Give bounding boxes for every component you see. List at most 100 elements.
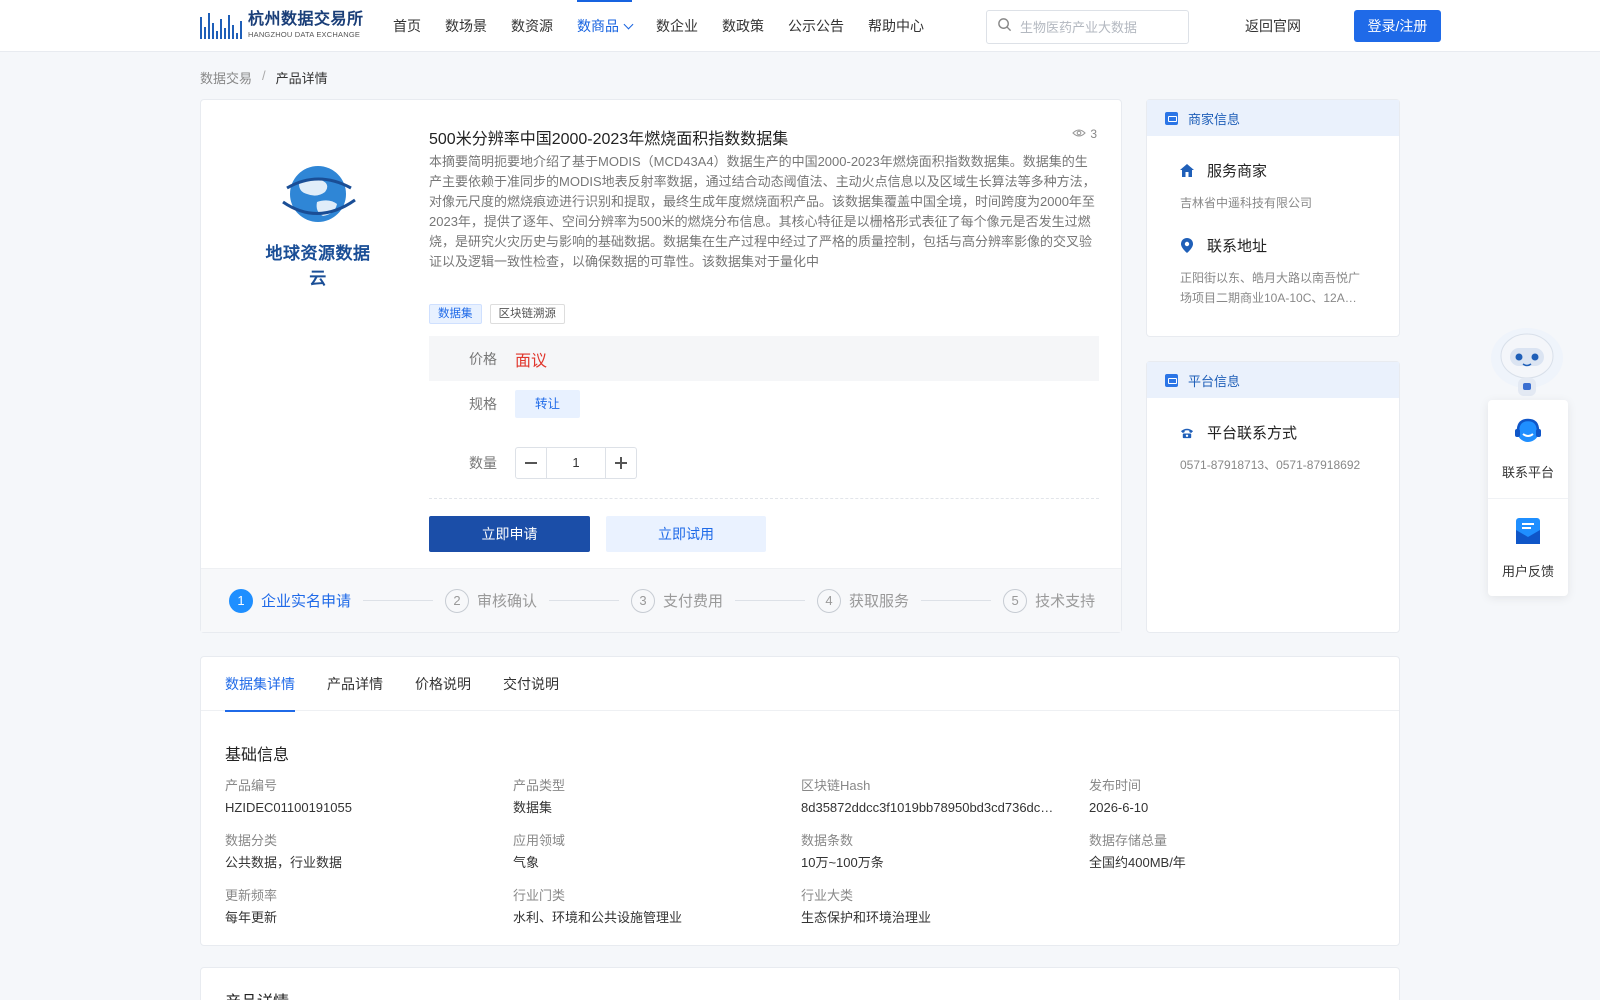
quantity-row: 数量 1 <box>429 447 637 479</box>
store-icon <box>1165 111 1178 125</box>
divider <box>429 498 1099 499</box>
breadcrumb-current: 产品详情 <box>275 71 328 86</box>
info-industry-category: 行业门类水利、环境和公共设施管理业 <box>513 887 801 927</box>
step-connector <box>363 600 434 601</box>
hangzhou-data-exchange-logo[interactable]: 杭州数据交易所 HANGZHOU DATA EXCHANGE <box>200 9 365 41</box>
logo-brand-text: 地球资源数据云 <box>265 244 371 289</box>
platform-contact-phones: 0571-87918713、0571-87918692 <box>1180 458 1361 472</box>
platform-icon <box>1165 373 1178 387</box>
customer-service-headset-icon <box>1512 417 1544 452</box>
product-tags: 数据集 区块链溯源 <box>429 304 565 324</box>
step-connector <box>921 600 992 601</box>
info-value: 水利、环境和公共设施管理业 <box>513 910 683 925</box>
info-key: 行业大类 <box>801 888 854 903</box>
nav-home[interactable]: 首页 <box>393 0 421 52</box>
product-description: 本摘要简明扼要地介绍了基于MODIS（MCD43A4）数据生产的中国2000-2… <box>429 154 1096 269</box>
breadcrumb: 数据交易 / 产品详情 <box>200 68 328 87</box>
breadcrumb-data-trade[interactable]: 数据交易 <box>200 68 252 87</box>
search-input[interactable] <box>1020 19 1180 35</box>
spec-row: 规格 转让 <box>429 389 580 419</box>
step-label: 审核确认 <box>477 593 538 610</box>
chevron-down-icon <box>623 19 634 30</box>
tag-dataset: 数据集 <box>429 304 482 324</box>
tag-blockchain-trace: 区块链溯源 <box>489 304 565 324</box>
info-blockchain-hash: 区块链Hash 8d35872ddcc3f1019bb78950bd3cd736d… <box>801 777 1089 817</box>
nav-products[interactable]: 数商品 <box>577 0 634 52</box>
login-register-button[interactable]: 登录/注册 <box>1354 10 1441 42</box>
breadcrumb-separator: / <box>262 68 266 83</box>
search-icon <box>997 17 1012 37</box>
info-key: 产品类型 <box>513 778 566 793</box>
step-2: 2 审核确认 <box>445 588 538 613</box>
top-header: 杭州数据交易所 HANGZHOU DATA EXCHANGE 首页 数场景 数资… <box>0 0 1600 52</box>
price-label: 价格 <box>469 350 497 367</box>
details-tabs: 数据集详情 产品详情 价格说明 交付说明 <box>201 657 1399 712</box>
nav-announcements[interactable]: 公示公告 <box>788 0 844 52</box>
merchant-info-card: 商家信息 服务商家 吉林省中遥科技有限公司 联系地址 正阳街以东、皓月大路以南吾… <box>1146 99 1400 337</box>
info-key: 应用领域 <box>513 833 566 848</box>
tab-dataset-details[interactable]: 数据集详情 <box>225 657 295 712</box>
nav-policies[interactable]: 数政策 <box>722 0 764 52</box>
info-key: 区块链Hash <box>801 778 871 793</box>
info-value: 数据集 <box>513 800 553 815</box>
info-value: 公共数据，行业数据 <box>225 855 343 870</box>
info-key: 数据条数 <box>801 833 854 848</box>
feedback-mail-icon <box>1513 516 1543 551</box>
merchant-info-header: 商家信息 <box>1147 100 1399 136</box>
info-value: 生态保护和环境治理业 <box>801 910 932 925</box>
tab-delivery-description[interactable]: 交付说明 <box>503 657 559 711</box>
info-value: 每年更新 <box>225 910 278 925</box>
platform-info-header: 平台信息 <box>1147 362 1399 398</box>
info-record-count: 数据条数 10万~100万条 <box>801 832 1089 872</box>
try-now-button[interactable]: 立即试用 <box>606 516 766 552</box>
info-key: 更新频率 <box>225 888 278 903</box>
step-number: 5 <box>1003 588 1028 613</box>
logo-subtitle: HANGZHOU DATA EXCHANGE <box>248 29 361 39</box>
step-label: 企业实名申请 <box>261 593 352 610</box>
spec-option-transfer[interactable]: 转让 <box>515 390 580 418</box>
nav-resources[interactable]: 数资源 <box>511 0 553 52</box>
info-value: 2026-6-10 <box>1089 800 1149 815</box>
product-card: 地球资源数据云 500米分辨率中国2000-2023年燃烧面积指数数据集 3 本… <box>200 99 1122 633</box>
info-value: 全国约400MB/年 <box>1089 855 1186 870</box>
quantity-stepper: 1 <box>515 447 637 479</box>
service-merchant-label: 服务商家 <box>1207 163 1268 180</box>
nav-help-center[interactable]: 帮助中心 <box>868 0 924 52</box>
step-connector <box>549 600 620 601</box>
info-key: 产品编号 <box>225 778 278 793</box>
search-box[interactable] <box>986 10 1189 44</box>
nav-products-label: 数商品 <box>577 18 619 34</box>
info-storage-total: 数据存储总量全国约400MB/年 <box>1089 832 1375 872</box>
merchant-info-title: 商家信息 <box>1188 111 1241 127</box>
info-key: 数据分类 <box>225 833 278 848</box>
basic-info-title: 基础信息 <box>225 747 290 764</box>
contact-platform-button[interactable]: 联系平台 <box>1488 400 1568 498</box>
step-4: 4 获取服务 <box>817 588 910 613</box>
user-feedback-button[interactable]: 用户反馈 <box>1488 498 1568 596</box>
info-value: 10万~100万条 <box>801 855 884 870</box>
info-key: 数据存储总量 <box>1089 833 1168 848</box>
tab-price-description[interactable]: 价格说明 <box>415 657 471 711</box>
apply-now-button[interactable]: 立即申请 <box>429 516 590 552</box>
tab-product-details[interactable]: 产品详情 <box>327 657 383 711</box>
minus-icon[interactable] <box>516 448 546 478</box>
back-to-official-site-link[interactable]: 返回官网 <box>1245 0 1301 52</box>
quantity-value[interactable]: 1 <box>546 448 606 478</box>
plus-icon[interactable] <box>606 448 636 478</box>
info-key: 行业门类 <box>513 888 566 903</box>
nav-enterprises[interactable]: 数企业 <box>656 0 698 52</box>
service-merchant-title: 服务商家 <box>1180 160 1399 181</box>
contact-address-value: 正阳街以东、皓月大路以南吾悦广场项目二期商业10A-10C、12A… <box>1180 271 1361 305</box>
step-connector <box>735 600 806 601</box>
step-label: 获取服务 <box>849 593 910 610</box>
user-feedback-label: 用户反馈 <box>1501 563 1554 579</box>
info-product-type: 产品类型 数据集 <box>513 777 801 817</box>
eye-icon <box>1072 127 1087 141</box>
nav-scenarios[interactable]: 数场景 <box>445 0 487 52</box>
step-number: 4 <box>817 588 842 613</box>
contact-address-title: 联系地址 <box>1180 235 1399 256</box>
spec-label: 规格 <box>469 396 497 412</box>
platform-info-title: 平台信息 <box>1188 373 1241 389</box>
info-key: 发布时间 <box>1089 778 1142 793</box>
assistant-robot-icon[interactable] <box>1488 324 1566 402</box>
